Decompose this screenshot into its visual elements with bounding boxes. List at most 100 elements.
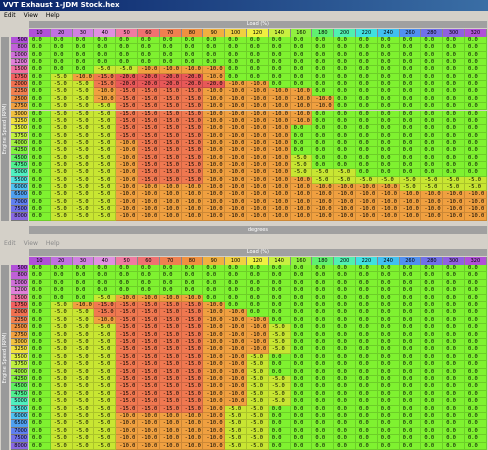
- map-cell[interactable]: 0.0: [443, 442, 465, 450]
- map-cell[interactable]: -5.0: [72, 398, 95, 406]
- map-cell[interactable]: -10.0: [290, 198, 313, 207]
- map-cell[interactable]: 0.0: [334, 353, 356, 362]
- map-cell[interactable]: -10.0: [225, 139, 247, 148]
- map-cell[interactable]: 0.0: [377, 294, 400, 302]
- map-cell[interactable]: -10.0: [203, 147, 226, 155]
- map-cell[interactable]: 0.0: [290, 361, 313, 369]
- map-cell[interactable]: 0.0: [247, 66, 269, 74]
- map-cell[interactable]: 0.0: [290, 442, 313, 450]
- map-cell[interactable]: 0.0: [138, 37, 160, 45]
- map-cell[interactable]: 0.0: [334, 339, 356, 347]
- map-cell[interactable]: 0.0: [29, 420, 51, 428]
- map-cell[interactable]: -20.0: [116, 81, 138, 89]
- map-cell[interactable]: -5.0: [443, 176, 465, 184]
- map-cell[interactable]: 0.0: [268, 442, 291, 450]
- map-cell[interactable]: 0.0: [377, 110, 400, 118]
- map-cell[interactable]: 0.0: [443, 383, 465, 391]
- map-cell[interactable]: 0.0: [377, 272, 400, 280]
- map-cell[interactable]: 0.0: [465, 287, 487, 295]
- map-cell[interactable]: -15.0: [116, 331, 138, 339]
- map-cell[interactable]: -5.0: [72, 184, 95, 192]
- map-cell[interactable]: -20.0: [203, 81, 226, 89]
- map-cell[interactable]: -5.0: [50, 206, 73, 214]
- map-cell[interactable]: 0.0: [29, 73, 51, 82]
- map-cell[interactable]: 0.0: [312, 309, 335, 317]
- map-cell[interactable]: -10.0: [356, 206, 378, 214]
- map-cell[interactable]: 0.0: [356, 154, 378, 162]
- map-cell[interactable]: 0.0: [443, 287, 465, 295]
- map-cell[interactable]: 0.0: [356, 413, 378, 421]
- map-cell[interactable]: 0.0: [268, 272, 291, 280]
- map-cell[interactable]: 0.0: [94, 265, 117, 273]
- map-cell[interactable]: -5.0: [94, 213, 117, 221]
- map-cell[interactable]: -10.0: [138, 198, 160, 207]
- map-cell[interactable]: 0.0: [356, 51, 378, 60]
- map-cell[interactable]: 0.0: [443, 405, 465, 413]
- menu-view[interactable]: View: [24, 12, 38, 19]
- map-cell[interactable]: 0.0: [225, 279, 247, 288]
- map-cell[interactable]: 0.0: [421, 368, 444, 376]
- map-cell[interactable]: 0.0: [72, 66, 95, 74]
- map-cell[interactable]: 0.0: [465, 44, 487, 52]
- map-cell[interactable]: 0.0: [312, 390, 335, 399]
- map-cell[interactable]: 0.0: [29, 59, 51, 67]
- map-cell[interactable]: -10.0: [181, 420, 204, 428]
- map-cell[interactable]: -10.0: [312, 206, 335, 214]
- map-cell[interactable]: 0.0: [29, 368, 51, 376]
- map-cell[interactable]: 0.0: [399, 88, 422, 96]
- load-column-header[interactable]: 10: [29, 29, 51, 37]
- map-cell[interactable]: 0.0: [29, 361, 51, 369]
- map-cell[interactable]: -10.0: [225, 331, 247, 339]
- map-cell[interactable]: -10.0: [268, 213, 291, 221]
- map-cell[interactable]: -10.0: [225, 361, 247, 369]
- map-cell[interactable]: 0.0: [356, 420, 378, 428]
- map-cell[interactable]: -10.0: [247, 117, 269, 126]
- map-cell[interactable]: -10.0: [356, 184, 378, 192]
- map-cell[interactable]: -10.0: [334, 206, 356, 214]
- rpm-row-header[interactable]: 2000: [11, 81, 28, 89]
- map-cell[interactable]: 0.0: [203, 51, 226, 60]
- map-cell[interactable]: -10.0: [377, 191, 400, 199]
- map-cell[interactable]: 0.0: [159, 265, 182, 273]
- map-cell[interactable]: 0.0: [29, 169, 51, 177]
- map-cell[interactable]: -15.0: [138, 154, 160, 162]
- map-cell[interactable]: 0.0: [50, 51, 73, 60]
- map-cell[interactable]: -15.0: [181, 132, 204, 140]
- map-cell[interactable]: 0.0: [334, 279, 356, 288]
- map-cell[interactable]: -15.0: [116, 88, 138, 96]
- map-cell[interactable]: 0.0: [116, 37, 138, 45]
- map-cell[interactable]: 0.0: [421, 405, 444, 413]
- map-cell[interactable]: 0.0: [29, 191, 51, 199]
- map-cell[interactable]: 0.0: [399, 390, 422, 399]
- map-cell[interactable]: 0.0: [181, 279, 204, 288]
- map-cell[interactable]: 0.0: [356, 81, 378, 89]
- map-cell[interactable]: 0.0: [290, 316, 313, 325]
- map-cell[interactable]: 0.0: [203, 44, 226, 52]
- map-cell[interactable]: 0.0: [443, 272, 465, 280]
- map-cell[interactable]: 0.0: [399, 413, 422, 421]
- map-cell[interactable]: -15.0: [181, 316, 204, 325]
- map-cell[interactable]: 0.0: [50, 279, 73, 288]
- rpm-row-header[interactable]: 4250: [11, 376, 28, 384]
- map-cell[interactable]: 0.0: [29, 161, 51, 170]
- map-cell[interactable]: 0.0: [443, 376, 465, 384]
- map-cell[interactable]: -5.0: [94, 346, 117, 354]
- map-cell[interactable]: 0.0: [399, 139, 422, 148]
- rpm-row-header[interactable]: 6000: [11, 413, 28, 421]
- map-cell[interactable]: -10.0: [203, 339, 226, 347]
- map-cell[interactable]: -10.0: [203, 95, 226, 104]
- map-cell[interactable]: -10.0: [247, 169, 269, 177]
- map-cell[interactable]: 0.0: [203, 294, 226, 302]
- map-cell[interactable]: -5.0: [72, 361, 95, 369]
- map-cell[interactable]: -5.0: [50, 309, 73, 317]
- map-cell[interactable]: 0.0: [399, 427, 422, 436]
- map-cell[interactable]: -10.0: [247, 103, 269, 111]
- map-cell[interactable]: -5.0: [72, 117, 95, 126]
- map-cell[interactable]: 0.0: [465, 169, 487, 177]
- map-cell[interactable]: -10.0: [268, 184, 291, 192]
- map-cell[interactable]: -15.0: [181, 117, 204, 126]
- map-cell[interactable]: 0.0: [421, 265, 444, 273]
- map-cell[interactable]: 0.0: [377, 88, 400, 96]
- load-column-header[interactable]: 90: [203, 29, 226, 37]
- rpm-row-header[interactable]: 4750: [11, 161, 28, 170]
